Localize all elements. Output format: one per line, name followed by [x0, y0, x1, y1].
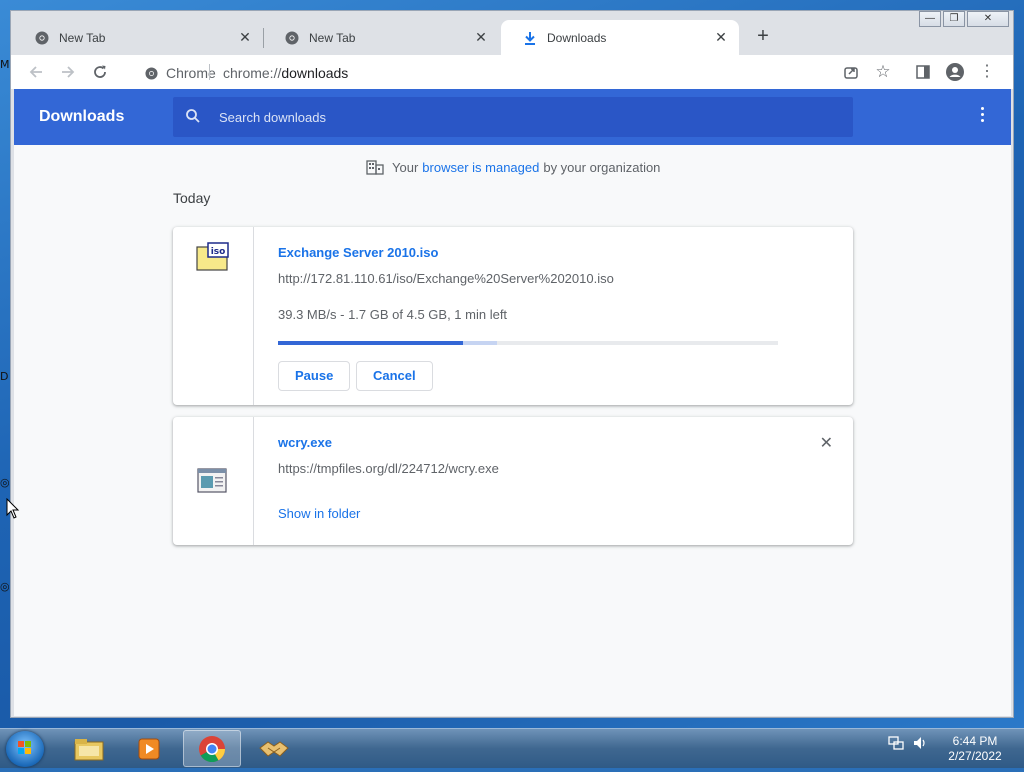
more-actions-icon[interactable] [981, 107, 985, 122]
download-status: 39.3 MB/s - 1.7 GB of 4.5 GB, 1 min left [278, 307, 508, 322]
file-url: http://172.81.110.61/iso/Exchange%20Serv… [278, 271, 614, 286]
taskbar-media-player[interactable] [120, 730, 178, 767]
url-scheme: chrome:// [223, 65, 282, 81]
star-icon: ☆ [875, 62, 891, 81]
omnibox-divider [209, 64, 210, 80]
kebab-menu-icon: ⋮ [979, 63, 995, 80]
start-button[interactable] [6, 731, 44, 767]
file-url: https://tmpfiles.org/dl/224712/wcry.exe [278, 461, 499, 476]
close-window-button[interactable]: ✕ [967, 11, 1009, 27]
building-icon [366, 160, 384, 175]
system-tray [888, 735, 928, 751]
omnibox[interactable]: Chrome chrome://downloads [123, 58, 1003, 86]
share-icon [844, 67, 858, 79]
back-arrow-icon [29, 66, 42, 78]
tab-label: New Tab [59, 30, 106, 45]
clock-time: 6:44 PM [952, 734, 998, 748]
progress-fill [278, 341, 463, 345]
mouse-cursor-icon [6, 498, 20, 519]
managed-notice: Your browser is managed by your organiza… [366, 159, 660, 175]
handshake-icon [259, 740, 289, 757]
close-tab-icon[interactable]: ✕ [713, 29, 729, 46]
search-bar[interactable] [173, 97, 853, 137]
forward-arrow-icon [62, 66, 75, 78]
side-panel-icon [916, 65, 930, 79]
pause-button[interactable]: Pause [278, 361, 351, 391]
minimize-button[interactable]: — [919, 11, 941, 27]
tab-new-tab-2[interactable]: New Tab ✕ [263, 20, 499, 55]
close-tab-icon[interactable]: ✕ [237, 29, 253, 46]
tab-label: New Tab [309, 30, 356, 45]
tab-strip: New Tab ✕ New Tab ✕ Downloads ✕ + — ❐ ✕ [11, 11, 1013, 55]
share-button[interactable] [841, 62, 861, 82]
chrome-icon [285, 31, 299, 45]
profile-button[interactable] [945, 62, 965, 82]
maximize-button[interactable]: ❐ [943, 11, 965, 27]
search-input[interactable] [217, 106, 821, 128]
download-progress-bar [278, 341, 778, 345]
svg-text:iso: iso [211, 247, 226, 257]
chrome-icon [145, 66, 158, 80]
bookmark-button[interactable]: ☆ [873, 62, 893, 82]
exe-file-icon [197, 468, 227, 493]
downloads-header: Downloads [14, 89, 1011, 145]
taskbar-clock[interactable]: 6:44 PM 2/27/2022 [940, 734, 1010, 764]
managed-prefix: Your [392, 159, 419, 175]
cancel-button[interactable]: Cancel [356, 361, 433, 391]
show-in-folder-link[interactable]: Show in folder [278, 506, 360, 521]
desktop-icon-edge[interactable]: M [0, 58, 10, 71]
file-icon-column [173, 417, 254, 545]
window-controls: — ❐ ✕ [917, 11, 1009, 27]
page-title: Downloads [39, 108, 125, 125]
tab-new-tab-1[interactable]: New Tab ✕ [13, 20, 263, 55]
windows-logo-icon [18, 741, 31, 754]
reload-icon [94, 65, 106, 78]
chrome-icon [35, 31, 49, 45]
chrome-window: New Tab ✕ New Tab ✕ Downloads ✕ + — ❐ ✕ [10, 10, 1014, 718]
menu-button[interactable]: ⋮ [977, 62, 997, 82]
chrome-icon [199, 735, 226, 762]
browser-toolbar: Chrome chrome://downloads ☆ ⋮ [11, 55, 1013, 89]
url-path: downloads [281, 65, 349, 81]
date-section-heading: Today [173, 190, 211, 206]
clock-date: 2/27/2022 [948, 749, 1002, 763]
explorer-icon [74, 738, 104, 760]
volume-icon[interactable] [912, 735, 928, 751]
iso-file-icon: iso [196, 242, 229, 271]
desktop-icon-edge[interactable]: D [0, 370, 8, 383]
download-icon [523, 31, 537, 45]
file-name-link[interactable]: Exchange Server 2010.iso [278, 245, 438, 260]
managed-link[interactable]: browser is managed [422, 160, 539, 175]
back-button[interactable] [26, 62, 46, 82]
download-item: iso Exchange Server 2010.iso http://172.… [173, 227, 853, 405]
file-name-link[interactable]: wcry.exe [278, 435, 332, 450]
managed-suffix: by your organization [543, 159, 661, 175]
taskbar-explorer[interactable] [60, 730, 118, 767]
downloads-page: Downloads Your browser is managed by you… [14, 89, 1011, 716]
download-item: wcry.exe https://tmpfiles.org/dl/224712/… [173, 417, 853, 545]
tab-downloads[interactable]: Downloads ✕ [501, 20, 739, 55]
avatar-icon [946, 63, 964, 81]
desktop-icon-edge[interactable]: ◎ [0, 580, 10, 593]
desktop-icon-edge[interactable]: ◎ [0, 476, 10, 489]
remove-from-list-icon[interactable]: ✕ [820, 433, 833, 453]
close-tab-icon[interactable]: ✕ [473, 29, 489, 46]
forward-button[interactable] [58, 62, 78, 82]
taskbar-handshake-app[interactable] [245, 730, 303, 767]
taskbar: 6:44 PM 2/27/2022 [0, 728, 1024, 768]
url-text[interactable]: chrome://downloads [223, 65, 348, 81]
search-icon [185, 108, 201, 129]
side-panel-button[interactable] [913, 62, 933, 82]
network-icon[interactable] [888, 735, 904, 751]
site-info[interactable]: Chrome [145, 65, 216, 81]
reload-button[interactable] [90, 62, 110, 82]
taskbar-chrome[interactable] [183, 730, 241, 767]
media-player-icon [138, 738, 160, 759]
new-tab-button[interactable]: + [751, 25, 775, 48]
tab-label: Downloads [547, 30, 607, 45]
file-icon-column: iso [173, 227, 254, 405]
